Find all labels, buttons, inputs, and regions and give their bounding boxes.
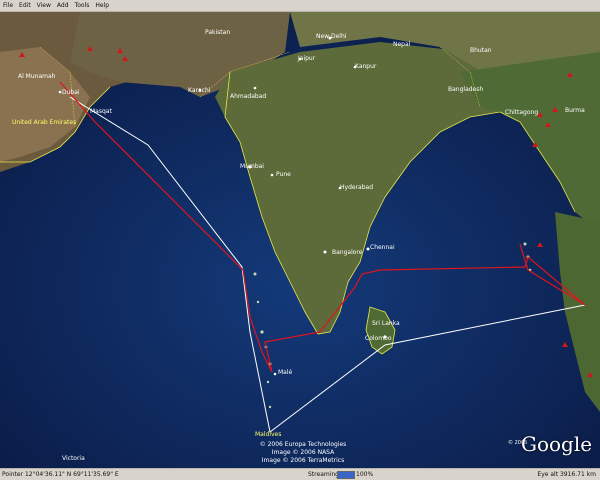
label-bhutan: Bhutan xyxy=(470,47,492,54)
streaming-label: Streaming xyxy=(308,471,339,478)
menu-bar: File Edit View Add Tools Help xyxy=(0,0,600,12)
label-ahmadabad: Ahmadabad xyxy=(230,93,266,100)
label-karachi: Karachi xyxy=(188,87,211,94)
menu-edit[interactable]: Edit xyxy=(16,0,34,11)
eye-altitude: Eye alt 3916.71 km xyxy=(537,471,596,478)
label-mumbai: Mumbai xyxy=(240,163,264,170)
menu-help[interactable]: Help xyxy=(92,0,112,11)
earth-view[interactable]: Pakistan New Delhi Nepal Bhutan Jaipur K… xyxy=(0,12,600,468)
label-masqat: Masqat xyxy=(90,108,112,115)
label-uae: United Arab Emirates xyxy=(12,119,76,126)
menu-file[interactable]: File xyxy=(0,0,16,11)
label-colombo: Colombo xyxy=(365,335,392,342)
streaming-progress-fill xyxy=(338,472,354,478)
label-bangalore: Bangalore xyxy=(332,249,363,256)
label-male: Malé xyxy=(278,369,293,376)
label-nepal: Nepal xyxy=(393,41,411,48)
label-pakistan: Pakistan xyxy=(205,29,230,36)
label-new-delhi: New Delhi xyxy=(316,33,347,40)
label-hyderabad: Hyderabad xyxy=(340,184,373,191)
label-jaipur: Jaipur xyxy=(297,55,316,62)
google-logo: Google xyxy=(521,432,593,456)
status-bar: Pointer 12°04'36.11" N 69°11'35.69" E St… xyxy=(0,468,600,480)
label-chennai: Chennai xyxy=(370,244,395,251)
label-kanpur: Kanpur xyxy=(355,63,377,70)
label-pune: Pune xyxy=(276,171,291,178)
menu-tools[interactable]: Tools xyxy=(72,0,93,11)
menu-view[interactable]: View xyxy=(34,0,54,11)
pointer-coordinates: Pointer 12°04'36.11" N 69°11'35.69" E xyxy=(2,471,119,478)
imagery-credits: © 2006 Europa Technologies Image © 2006 … xyxy=(258,441,348,465)
map-canvas[interactable]: Pakistan New Delhi Nepal Bhutan Jaipur K… xyxy=(0,12,600,468)
streaming-percent: 100% xyxy=(356,471,374,478)
streaming-progress-bar xyxy=(337,471,355,479)
label-sri-lanka: Sri Lanka xyxy=(372,320,400,327)
label-burma: Burma xyxy=(565,107,585,114)
label-dubai: Dubai xyxy=(62,89,80,96)
menu-add[interactable]: Add xyxy=(54,0,72,11)
label-bangladesh: Bangladesh xyxy=(448,86,483,93)
label-chittagong: Chittagong xyxy=(505,109,538,116)
label-al-munamah: Al Munamah xyxy=(18,73,56,80)
credit-line: © 2006 Europa Technologies xyxy=(259,441,347,448)
credit-line: Image © 2006 NASA xyxy=(271,449,335,456)
label-maldives: Maldives xyxy=(255,431,281,438)
label-victoria: Victoria xyxy=(62,455,85,462)
credit-line: Image © 2006 TerraMetrics xyxy=(261,457,345,464)
